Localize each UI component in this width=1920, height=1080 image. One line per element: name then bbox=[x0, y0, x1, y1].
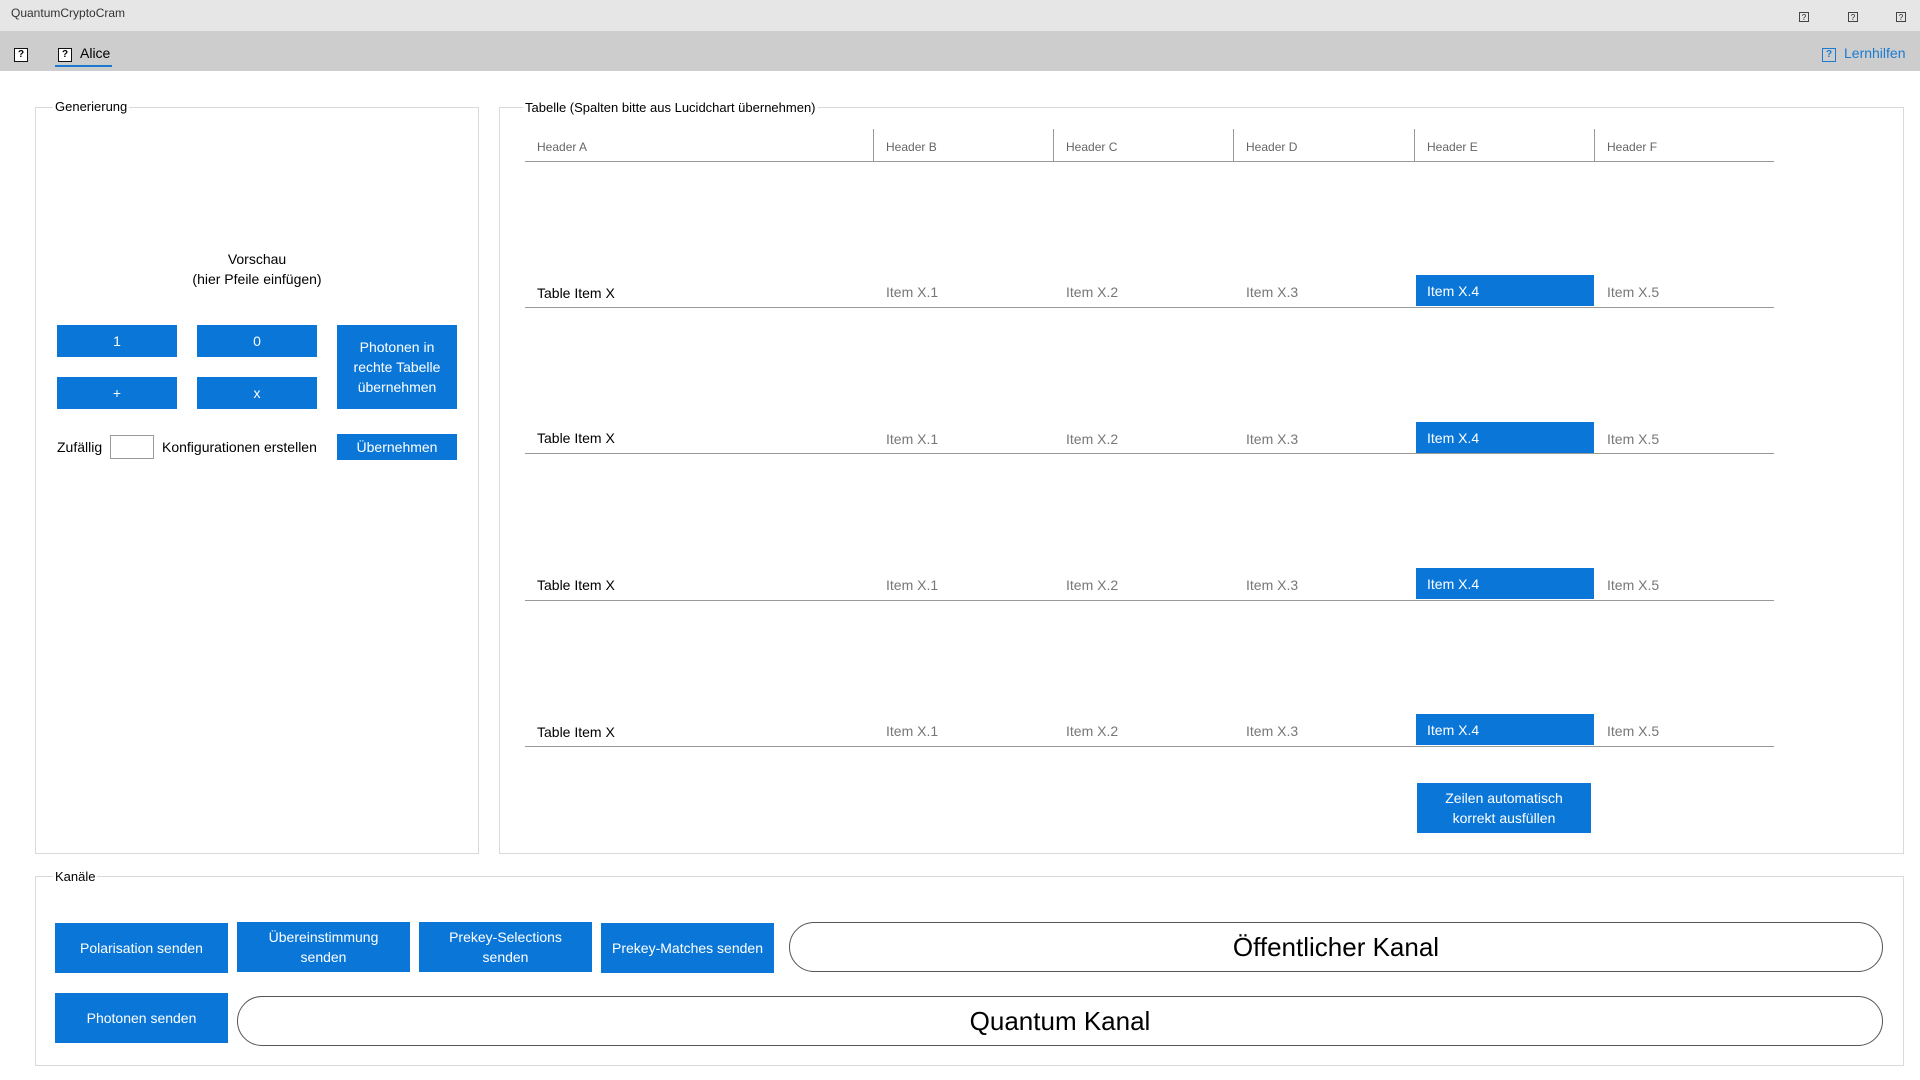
configs-label: Konfigurationen erstellen bbox=[162, 439, 317, 455]
header-f: Header F bbox=[1607, 140, 1658, 154]
bit-zero-button[interactable]: 0 bbox=[197, 325, 317, 357]
table-group bbox=[499, 107, 1904, 854]
header-b: Header B bbox=[886, 140, 937, 154]
window-control-3[interactable]: ? bbox=[1896, 12, 1906, 22]
table-cell-highlighted[interactable]: Item X.4 bbox=[1416, 275, 1594, 306]
table-cell: Item X.5 bbox=[1607, 431, 1660, 447]
table-cell: Item X.1 bbox=[886, 577, 939, 593]
table-cell: Table Item X bbox=[537, 577, 615, 593]
title-bar bbox=[0, 0, 1920, 31]
basis-x-button[interactable]: x bbox=[197, 377, 317, 409]
help-icon[interactable]: ? bbox=[1822, 48, 1836, 62]
table-cell: Item X.1 bbox=[886, 284, 939, 300]
table-cell: Item X.5 bbox=[1607, 723, 1660, 739]
autofill-rows-button[interactable]: Zeilen automatisch korrekt ausfüllen bbox=[1417, 783, 1591, 833]
table-cell-highlighted[interactable]: Item X.4 bbox=[1416, 568, 1594, 599]
send-photons-button[interactable]: Photonen senden bbox=[55, 993, 228, 1043]
send-polarisation-button[interactable]: Polarisation senden bbox=[55, 923, 228, 973]
preview-line-2: (hier Pfeile einfügen) bbox=[192, 271, 322, 287]
send-match-button[interactable]: Übereinstimmung senden bbox=[237, 922, 410, 972]
header-separator bbox=[1414, 129, 1415, 161]
table-cell-highlighted[interactable]: Item X.4 bbox=[1416, 714, 1594, 745]
row-divider bbox=[525, 453, 1774, 454]
header-separator bbox=[873, 129, 874, 161]
header-underline bbox=[525, 161, 1774, 162]
header-c: Header C bbox=[1066, 140, 1118, 154]
header-d: Header D bbox=[1246, 140, 1298, 154]
table-cell: Item X.3 bbox=[1246, 723, 1299, 739]
table-cell: Item X.3 bbox=[1246, 284, 1299, 300]
quantum-channel: Quantum Kanal bbox=[237, 996, 1883, 1046]
send-prekey-selections-button[interactable]: Prekey-Selections senden bbox=[419, 922, 592, 972]
table-cell: Table Item X bbox=[537, 724, 615, 740]
table-cell: Table Item X bbox=[537, 285, 615, 301]
channels-title: Kanäle bbox=[53, 869, 98, 884]
header-separator bbox=[1233, 129, 1234, 161]
tab-help-icon: ? bbox=[58, 48, 72, 62]
table-title: Tabelle (Spalten bitte aus Lucidchart üb… bbox=[523, 100, 818, 115]
row-divider bbox=[525, 600, 1774, 601]
tab-bar bbox=[0, 31, 1920, 71]
generation-title: Generierung bbox=[53, 99, 130, 114]
table-cell: Item X.2 bbox=[1066, 431, 1119, 447]
random-count-input[interactable] bbox=[110, 435, 154, 459]
preview-line-1: Vorschau bbox=[227, 251, 287, 267]
table-cell: Item X.5 bbox=[1607, 284, 1660, 300]
table-cell: Item X.2 bbox=[1066, 284, 1119, 300]
row-divider bbox=[525, 307, 1774, 308]
public-channel: Öffentlicher Kanal bbox=[789, 922, 1883, 972]
table-cell: Item X.2 bbox=[1066, 723, 1119, 739]
table-cell: Item X.3 bbox=[1246, 577, 1299, 593]
window-control-1[interactable]: ? bbox=[1799, 12, 1809, 22]
send-prekey-matches-button[interactable]: Prekey-Matches senden bbox=[601, 923, 774, 973]
window-control-2[interactable]: ? bbox=[1848, 12, 1858, 22]
bit-one-button[interactable]: 1 bbox=[57, 325, 177, 357]
table-cell: Item X.1 bbox=[886, 723, 939, 739]
row-divider bbox=[525, 746, 1774, 747]
header-separator bbox=[1053, 129, 1054, 161]
header-separator bbox=[1594, 129, 1595, 161]
help-menu-icon[interactable]: ? bbox=[14, 48, 28, 62]
preview-area: Vorschau (hier Pfeile einfügen) bbox=[35, 249, 479, 289]
transfer-photons-button[interactable]: Photonen in rechte Tabelle übernehmen bbox=[337, 325, 457, 409]
random-label: Zufällig bbox=[57, 439, 103, 455]
table-cell: Item X.5 bbox=[1607, 577, 1660, 593]
header-e: Header E bbox=[1427, 140, 1478, 154]
tab-active-indicator bbox=[55, 65, 112, 67]
header-a: Header A bbox=[537, 140, 588, 154]
basis-plus-button[interactable]: + bbox=[57, 377, 177, 409]
generation-group bbox=[35, 107, 479, 854]
table-cell: Item X.3 bbox=[1246, 431, 1299, 447]
table-cell: Item X.2 bbox=[1066, 577, 1119, 593]
table-cell: Table Item X bbox=[537, 430, 615, 446]
table-cell: Item X.1 bbox=[886, 431, 939, 447]
app-title: QuantumCryptoCram bbox=[11, 6, 126, 20]
help-link[interactable]: Lernhilfen bbox=[1844, 45, 1906, 61]
apply-button[interactable]: Übernehmen bbox=[337, 434, 457, 460]
tab-alice[interactable]: Alice bbox=[80, 45, 110, 61]
table-cell-highlighted[interactable]: Item X.4 bbox=[1416, 422, 1594, 453]
